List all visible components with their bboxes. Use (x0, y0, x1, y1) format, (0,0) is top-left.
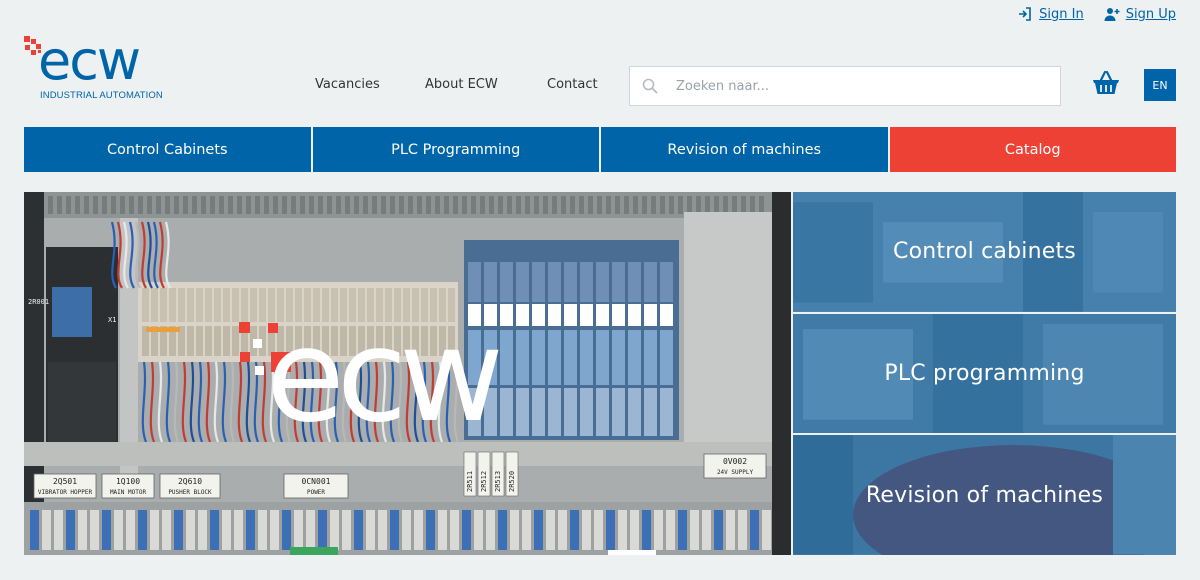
account-bar: Sign In Sign Up (1017, 6, 1176, 22)
tile-label: PLC programming (884, 361, 1085, 386)
basket-icon[interactable] (1092, 70, 1120, 96)
logo-subtitle: INDUSTRIAL AUTOMATION (40, 90, 163, 101)
tile-plc-programming[interactable]: PLC programming (793, 313, 1176, 434)
category-control-cabinets[interactable]: Control Cabinets (24, 127, 311, 172)
hero-label-text: 2R001 (28, 298, 49, 306)
hero-label-text: 2R511 (466, 471, 474, 492)
hero-label-text: 1Q100 (116, 477, 140, 486)
search-icon (642, 78, 658, 94)
hero-label-text: 0V002 (723, 457, 747, 466)
ecw-logo[interactable]: ecw INDUSTRIAL AUTOMATION (24, 29, 170, 102)
hero-label-text: POWER (307, 489, 325, 496)
tile-label: Control cabinets (893, 239, 1076, 265)
category-bar: Control Cabinets PLC Programming Revisio… (24, 127, 1176, 172)
hero-label-text: VIBRATOR HOPPER (38, 489, 93, 496)
tile-label: Revision of machines (865, 482, 1104, 508)
search-box (629, 66, 1061, 106)
hero-label-text: 2R520 (508, 471, 516, 492)
nav-vacancies[interactable]: Vacancies (315, 77, 380, 92)
service-tiles: Control cabinets PLC programming Revisio… (793, 192, 1176, 556)
sign-in-icon (1019, 7, 1031, 21)
tile-revision-of-machines[interactable]: Revision of machines (793, 435, 1176, 556)
nav-about[interactable]: About ECW (425, 77, 498, 92)
hero-label-text: MAIN MOTOR (110, 489, 147, 496)
hero-logo-word: ecw (266, 302, 499, 451)
hero-label-text: X1 (108, 316, 116, 324)
category-catalog[interactable]: Catalog (889, 127, 1176, 172)
tile-control-cabinets[interactable]: Control cabinets (793, 192, 1176, 312)
hero-label-text: 24V SUPPLY (717, 469, 754, 476)
hero-label-text: PUSHER BLOCK (168, 489, 212, 496)
hero-image[interactable]: 2Q501 VIBRATOR HOPPER 1Q100 MAIN MOTOR 2Q610… (24, 192, 791, 555)
hero-label-text: 2R513 (494, 471, 502, 492)
sign-in-label: Sign In (1039, 6, 1084, 22)
category-revision-of-machines[interactable]: Revision of machines (601, 127, 888, 172)
language-button[interactable]: EN (1144, 69, 1176, 101)
main-nav: Vacancies About ECW Contact (315, 77, 598, 92)
hero-logo: ecw (239, 302, 507, 451)
hero-label-text: 2Q501 (53, 477, 77, 486)
hero-label-text: 2Q610 (178, 477, 202, 486)
sign-up-label: Sign Up (1125, 6, 1176, 22)
nav-contact[interactable]: Contact (547, 77, 598, 92)
search-input[interactable] (676, 78, 1036, 94)
control-cabinet-illustration: 2Q501 VIBRATOR HOPPER 1Q100 MAIN MOTOR 2Q610… (24, 192, 791, 555)
hero-label-text: 0CN001 (302, 477, 331, 486)
logo-wordmark: ecw (38, 29, 141, 92)
user-plus-icon (1104, 8, 1120, 21)
sign-in-link[interactable]: Sign In (1017, 6, 1084, 22)
sign-up-link[interactable]: Sign Up (1104, 6, 1176, 22)
hero-label-text: 2R512 (480, 471, 488, 492)
category-plc-programming[interactable]: PLC Programming (312, 127, 599, 172)
